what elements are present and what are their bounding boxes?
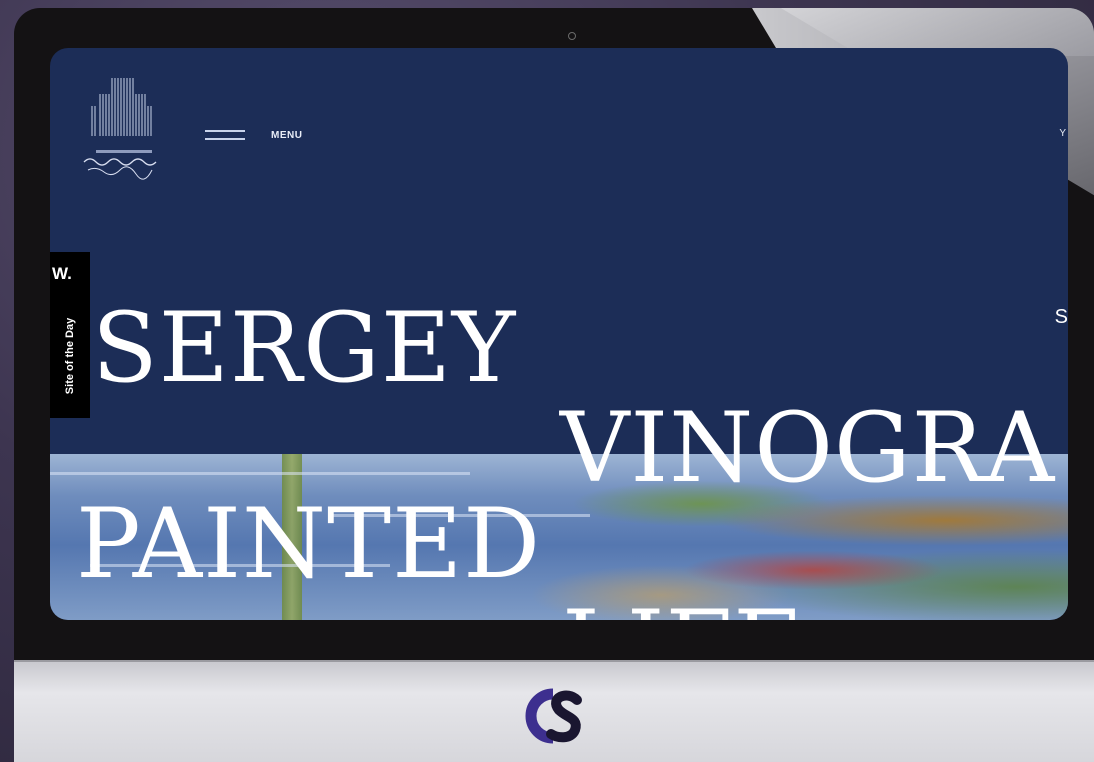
menu-label[interactable]: MENU (271, 130, 302, 141)
website-screen: MENU Y W. Site of the Day S SERGEY VINOG… (50, 48, 1068, 620)
award-label-wrap: Site of the Day (50, 296, 90, 416)
side-nav-letter[interactable]: S (1055, 306, 1068, 329)
hero-word-painted: PAINTED (76, 488, 542, 600)
menu-button[interactable]: MENU (205, 125, 302, 145)
hero-word-vinogra: VINOGRA (560, 392, 1056, 504)
monitor-chin (14, 660, 1094, 762)
monitor-frame: MENU Y W. Site of the Day S SERGEY VINOG… (14, 8, 1094, 762)
top-right-control[interactable]: Y (1059, 128, 1066, 139)
hero-word-sergey: SERGEY (92, 292, 517, 404)
webcam (568, 32, 576, 40)
hamburger-icon[interactable] (205, 130, 245, 140)
painting-stroke (50, 472, 470, 475)
award-badge: W. (52, 264, 72, 283)
hero-word-life: LIFE (562, 598, 804, 620)
award-ribbon[interactable]: W. Site of the Day (50, 252, 90, 418)
award-label: Site of the Day (64, 317, 76, 395)
site-logo[interactable] (78, 76, 170, 186)
cs-logo-icon (525, 688, 582, 744)
